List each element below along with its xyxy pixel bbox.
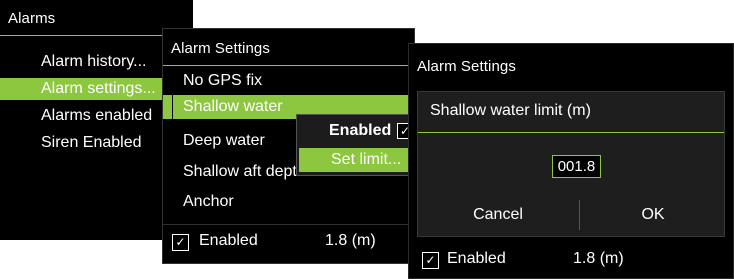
alarm-settings-title: Alarm Settings bbox=[171, 40, 270, 57]
setting-no-gps-fix[interactable]: No GPS fix bbox=[163, 69, 414, 93]
cancel-button[interactable]: Cancel bbox=[418, 195, 578, 235]
ok-button[interactable]: OK bbox=[582, 195, 724, 235]
alarms-menu-title: Alarms bbox=[8, 10, 56, 27]
enabled-checkbox[interactable]: ✓ bbox=[422, 252, 439, 269]
alarm-settings-title: Alarm Settings bbox=[417, 58, 516, 75]
divider bbox=[163, 224, 414, 225]
enabled-label: Enabled bbox=[199, 232, 258, 249]
dialog-title: Shallow water limit (m) bbox=[430, 102, 591, 119]
limit-dialog-panel: Alarm Settings Shallow water limit (m) 0… bbox=[408, 43, 734, 279]
submenu-enabled-label[interactable]: Enabled bbox=[329, 122, 391, 140]
check-icon: ✓ bbox=[425, 253, 436, 267]
button-divider bbox=[579, 200, 580, 230]
selection-indicator bbox=[172, 95, 181, 119]
shallow-water-limit-dialog: Shallow water limit (m) 001.8 Cancel OK bbox=[417, 91, 725, 237]
limit-value-text: 1.8 (m) bbox=[573, 250, 624, 267]
limit-value-input[interactable]: 001.8 bbox=[552, 155, 601, 178]
enabled-label: Enabled bbox=[447, 250, 506, 267]
dialog-title-divider bbox=[418, 132, 724, 133]
setting-anchor[interactable]: Anchor bbox=[163, 190, 414, 214]
set-limit-menu-item[interactable]: Set limit... bbox=[299, 148, 413, 172]
enabled-checkbox[interactable]: ✓ bbox=[172, 234, 189, 251]
check-icon: ✓ bbox=[175, 235, 186, 249]
limit-value-text: 1.8 (m) bbox=[325, 232, 376, 249]
title-divider bbox=[163, 65, 414, 66]
shallow-water-submenu: Enabled ✓ Set limit... bbox=[296, 114, 416, 176]
